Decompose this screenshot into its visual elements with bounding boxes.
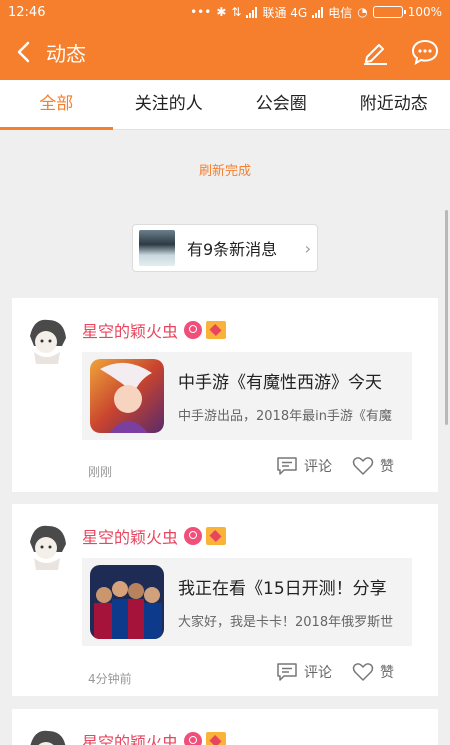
dots-icon: ••• bbox=[190, 5, 212, 19]
comment-label: 评论 bbox=[304, 459, 332, 475]
bluetooth-icon: ✱ bbox=[216, 5, 227, 19]
back-arrow-icon bbox=[17, 41, 30, 63]
post-time: 4分钟前 bbox=[88, 672, 132, 686]
battery-percent: 100% bbox=[407, 5, 442, 19]
author-name[interactable]: 星空的颖火虫 bbox=[82, 729, 178, 745]
like-button[interactable]: 赞 bbox=[352, 662, 394, 682]
pen-icon bbox=[364, 44, 387, 65]
compose-button[interactable] bbox=[350, 24, 400, 80]
game-thumbnail bbox=[90, 359, 164, 433]
signal-icon bbox=[312, 6, 324, 18]
location-badge-icon bbox=[184, 321, 203, 339]
carrier2-label: 电信 bbox=[328, 5, 353, 20]
video-thumbnail bbox=[90, 565, 164, 639]
like-label: 赞 bbox=[380, 665, 394, 681]
location-badge-icon bbox=[184, 732, 203, 745]
chevron-right-icon: › bbox=[304, 238, 311, 258]
battery-icon bbox=[372, 6, 406, 18]
post-card: 星空的颖火虫 中手游《有魔性西游》今天 中手游出品，2018年最in手游《有魔 … bbox=[12, 298, 438, 492]
heart-icon bbox=[352, 663, 374, 681]
comment-icon bbox=[277, 663, 297, 681]
avatar[interactable] bbox=[24, 522, 72, 570]
like-button[interactable]: 赞 bbox=[352, 456, 394, 476]
comment-icon bbox=[277, 457, 297, 475]
status-bar: 12:46 ••• ✱ ⇅ 联通 4G 电信 ◔ 100% bbox=[0, 0, 450, 24]
level-badge-icon bbox=[206, 732, 227, 745]
comment-button[interactable]: 评论 bbox=[276, 456, 332, 476]
share-title: 我正在看《15日开测！分享 bbox=[178, 579, 387, 599]
shared-content[interactable]: 我正在看《15日开测！分享 大家好，我是卡卡！2018年俄罗斯世 bbox=[82, 558, 412, 646]
alarm-icon: ◔ bbox=[357, 5, 368, 19]
scrollbar[interactable] bbox=[445, 210, 448, 425]
carrier1-label: 联通 4G bbox=[262, 5, 308, 20]
messages-button[interactable] bbox=[400, 24, 450, 80]
post-card: 星空的颖火虫 bbox=[12, 709, 438, 745]
comment-label: 评论 bbox=[304, 665, 332, 681]
share-description: 中手游出品，2018年最in手游《有魔 bbox=[178, 409, 392, 424]
new-messages-label: 有9条新消息 bbox=[187, 240, 278, 259]
tab-following[interactable]: 关注的人 bbox=[113, 80, 226, 129]
chat-bubble-icon bbox=[411, 39, 439, 66]
like-label: 赞 bbox=[380, 459, 394, 475]
post-time: 刚刚 bbox=[88, 465, 113, 479]
avatar[interactable] bbox=[24, 316, 72, 364]
app-bar: 动态 bbox=[0, 24, 450, 80]
share-description: 大家好，我是卡卡！2018年俄罗斯世 bbox=[178, 615, 394, 630]
tab-bar: 全部 关注的人 公会圈 附近动态 bbox=[0, 80, 450, 130]
author-name[interactable]: 星空的颖火虫 bbox=[82, 524, 178, 548]
location-badge-icon bbox=[184, 527, 203, 545]
tab-all[interactable]: 全部 bbox=[0, 80, 113, 130]
level-badge-icon bbox=[206, 527, 227, 545]
heart-icon bbox=[352, 457, 374, 475]
tab-guild[interactable]: 公会圈 bbox=[225, 80, 338, 129]
level-badge-icon bbox=[206, 321, 227, 339]
author-name[interactable]: 星空的颖火虫 bbox=[82, 318, 178, 342]
data-arrows-icon: ⇅ bbox=[231, 5, 242, 19]
avatar[interactable] bbox=[24, 727, 72, 745]
tab-nearby[interactable]: 附近动态 bbox=[338, 80, 450, 129]
avatar bbox=[139, 230, 175, 266]
shared-content[interactable]: 中手游《有魔性西游》今天 中手游出品，2018年最in手游《有魔 bbox=[82, 352, 412, 440]
post-card: 星空的颖火虫 我正在看《15日开测！分享 大家好，我是卡卡！2018年俄罗斯世 … bbox=[12, 504, 438, 696]
status-time: 12:46 bbox=[8, 4, 46, 20]
comment-button[interactable]: 评论 bbox=[276, 662, 332, 682]
signal-icon bbox=[246, 6, 258, 18]
new-messages-button[interactable]: 有9条新消息 › bbox=[132, 224, 318, 272]
refresh-status: 刷新完成 bbox=[198, 164, 251, 179]
share-title: 中手游《有魔性西游》今天 bbox=[178, 373, 382, 393]
back-button[interactable] bbox=[0, 24, 46, 80]
page-title: 动态 bbox=[46, 41, 86, 66]
